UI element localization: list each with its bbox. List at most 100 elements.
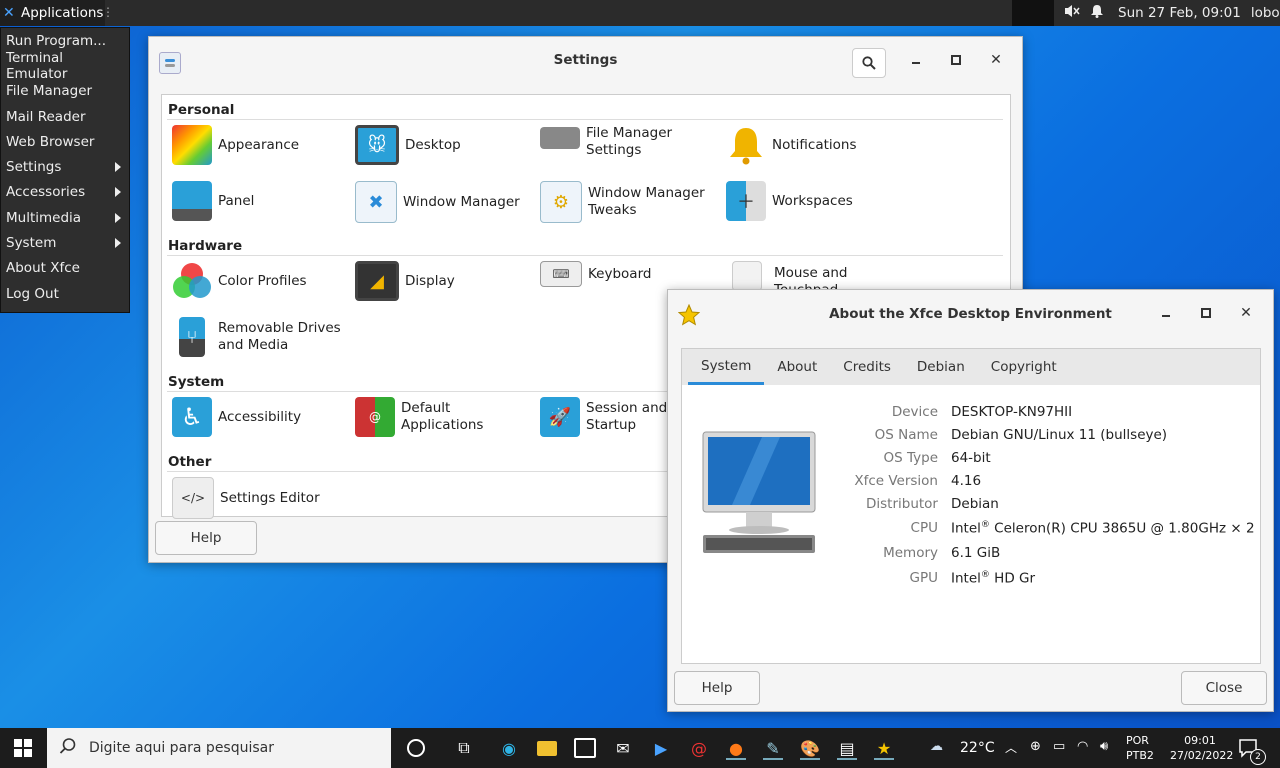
language-indicator[interactable]: POR PTB2 xyxy=(1126,733,1154,763)
about-system-panel: Device DESKTOP-KN97HII OS Name Debian GN… xyxy=(681,385,1261,664)
item-label: File Manager Settings xyxy=(586,125,673,158)
item-workspaces[interactable]: ＋ Workspaces xyxy=(726,181,853,221)
close-icon: ✕ xyxy=(990,52,1002,68)
settings-manager-icon[interactable]: ▤ xyxy=(835,736,859,760)
label-cpu: CPU xyxy=(910,520,938,536)
item-default-applications[interactable]: @ Default Applications xyxy=(355,397,483,437)
menu-item-terminal-emulator[interactable]: Terminal Emulator xyxy=(1,50,129,82)
bell-icon xyxy=(726,125,766,165)
mail-icon[interactable]: ✉ xyxy=(611,736,635,760)
menu-item-about-xfce[interactable]: About Xfce xyxy=(1,256,129,281)
menu-item-label: Log Out xyxy=(6,285,59,302)
task-view-icon[interactable]: ⧉ xyxy=(452,736,476,760)
menu-item-log-out[interactable]: Log Out xyxy=(1,281,129,306)
panel-username[interactable]: lobo xyxy=(1251,5,1280,21)
usb-drive-icon: ⑂ xyxy=(179,317,205,357)
item-label: Color Profiles xyxy=(218,273,307,289)
item-accessibility[interactable]: ♿ Accessibility xyxy=(172,397,301,437)
paint-icon[interactable]: 🎨 xyxy=(798,736,822,760)
item-window-manager[interactable]: ✖ Window Manager xyxy=(355,181,520,223)
item-label: Appearance xyxy=(218,137,300,153)
menu-item-web-browser[interactable]: Web Browser xyxy=(1,129,129,154)
notification-bell-icon[interactable] xyxy=(1090,4,1104,22)
minimize-icon xyxy=(912,62,920,64)
minimize-button[interactable] xyxy=(1153,302,1179,324)
item-label: Window Manager xyxy=(403,194,520,210)
menu-item-settings[interactable]: Settings xyxy=(1,154,129,179)
about-tabs: System About Credits Debian Copyright xyxy=(681,348,1261,387)
item-notifications[interactable]: Notifications xyxy=(726,125,857,165)
label-os-type: OS Type xyxy=(883,450,939,466)
display-icon: ◢ xyxy=(355,261,399,301)
menu-item-multimedia[interactable]: Multimedia xyxy=(1,205,129,230)
item-removable-drives[interactable]: ⑂ Removable Drives and Media xyxy=(172,317,341,357)
value-gpu: Intel® HD Gr xyxy=(951,570,1036,587)
maximize-button[interactable] xyxy=(943,49,969,71)
tab-copyright[interactable]: Copyright xyxy=(978,349,1070,385)
store-icon[interactable] xyxy=(573,736,597,760)
item-session-startup[interactable]: 🚀 Session and Startup xyxy=(540,397,667,437)
mousepad-icon[interactable]: ✎ xyxy=(761,736,785,760)
item-label: Desktop xyxy=(405,137,461,153)
edge-icon[interactable]: ◉ xyxy=(497,736,521,760)
minimize-button[interactable] xyxy=(903,49,929,71)
menu-item-file-manager[interactable]: File Manager xyxy=(1,79,129,104)
item-keyboard[interactable]: ⌨ Keyboard xyxy=(540,261,651,287)
item-appearance[interactable]: Appearance xyxy=(172,125,299,165)
menu-item-system[interactable]: System xyxy=(1,230,129,255)
applications-menu: Run Program... Terminal Emulator File Mana… xyxy=(0,27,130,313)
color-profiles-icon xyxy=(172,261,212,301)
item-wm-tweaks[interactable]: ⚙ Window Manager Tweaks xyxy=(540,181,705,223)
close-button[interactable]: ✕ xyxy=(983,49,1009,71)
weather-temp[interactable]: 22°C xyxy=(960,740,995,756)
rocket-icon: 🚀 xyxy=(540,397,580,437)
weather-cloud-icon[interactable]: ☁ xyxy=(930,739,943,754)
maximize-button[interactable] xyxy=(1193,302,1219,324)
section-hardware: Hardware xyxy=(168,238,243,254)
label-memory: Memory xyxy=(883,545,938,561)
powershell-icon[interactable]: ▶ xyxy=(649,736,673,760)
meet-now-icon[interactable]: ⊕ xyxy=(1030,739,1041,754)
settings-help-button[interactable]: Help xyxy=(155,521,257,555)
item-panel[interactable]: Panel xyxy=(172,181,254,221)
item-color-profiles[interactable]: Color Profiles xyxy=(172,261,307,301)
menu-item-label: Accessories xyxy=(6,184,86,201)
taskbar-search[interactable]: Digite aqui para pesquisar xyxy=(47,728,391,768)
item-desktop[interactable]: 🐭 Desktop xyxy=(355,125,461,165)
panel-clock[interactable]: Sun 27 Feb, 09:01 xyxy=(1118,5,1241,21)
debian-icon[interactable]: @ xyxy=(687,736,711,760)
settings-titlebar[interactable]: Settings ✕ xyxy=(149,37,1022,83)
applications-menu-button[interactable]: ✕ Applications xyxy=(0,0,105,26)
firefox-icon[interactable]: ● xyxy=(724,736,748,760)
speaker-icon[interactable]: 🔊︎ xyxy=(1100,739,1108,754)
tab-debian[interactable]: Debian xyxy=(904,349,978,385)
settings-app-icon xyxy=(159,52,181,74)
tab-system[interactable]: System xyxy=(688,349,765,385)
about-help-button[interactable]: Help xyxy=(674,671,760,705)
notification-count-badge: 2 xyxy=(1250,749,1266,765)
item-file-manager[interactable]: File Manager Settings xyxy=(540,125,672,159)
menu-item-accessories[interactable]: Accessories xyxy=(1,180,129,205)
about-titlebar[interactable]: About the Xfce Desktop Environment ✕ xyxy=(668,290,1273,338)
tab-about[interactable]: About xyxy=(764,349,830,385)
battery-icon[interactable]: ▭ xyxy=(1053,739,1065,754)
chevron-up-icon[interactable]: ︿ xyxy=(1005,739,1017,756)
search-button[interactable] xyxy=(852,48,886,78)
taskbar-clock[interactable]: 09:01 27/02/2022 xyxy=(1170,733,1233,763)
file-explorer-icon[interactable] xyxy=(535,736,559,760)
cortana-icon[interactable] xyxy=(404,736,428,760)
tab-credits[interactable]: Credits xyxy=(830,349,904,385)
xfce-about-star-icon[interactable]: ★ xyxy=(872,736,896,760)
menu-item-label: File Manager xyxy=(6,83,93,100)
close-button[interactable]: ✕ xyxy=(1233,302,1259,324)
system-tray: Sun 27 Feb, 09:01 lobo xyxy=(1064,0,1280,26)
item-settings-editor[interactable]: </> Settings Editor xyxy=(172,477,320,519)
item-display[interactable]: ◢ Display xyxy=(355,261,455,301)
volume-muted-icon[interactable] xyxy=(1064,4,1080,22)
menu-item-mail-reader[interactable]: Mail Reader xyxy=(1,104,129,129)
menu-item-label: Multimedia xyxy=(6,209,82,226)
network-icon[interactable]: ◠ xyxy=(1077,739,1088,754)
windows-start-icon[interactable] xyxy=(14,739,32,761)
about-close-button[interactable]: Close xyxy=(1181,671,1267,705)
label-gpu: GPU xyxy=(909,570,938,586)
